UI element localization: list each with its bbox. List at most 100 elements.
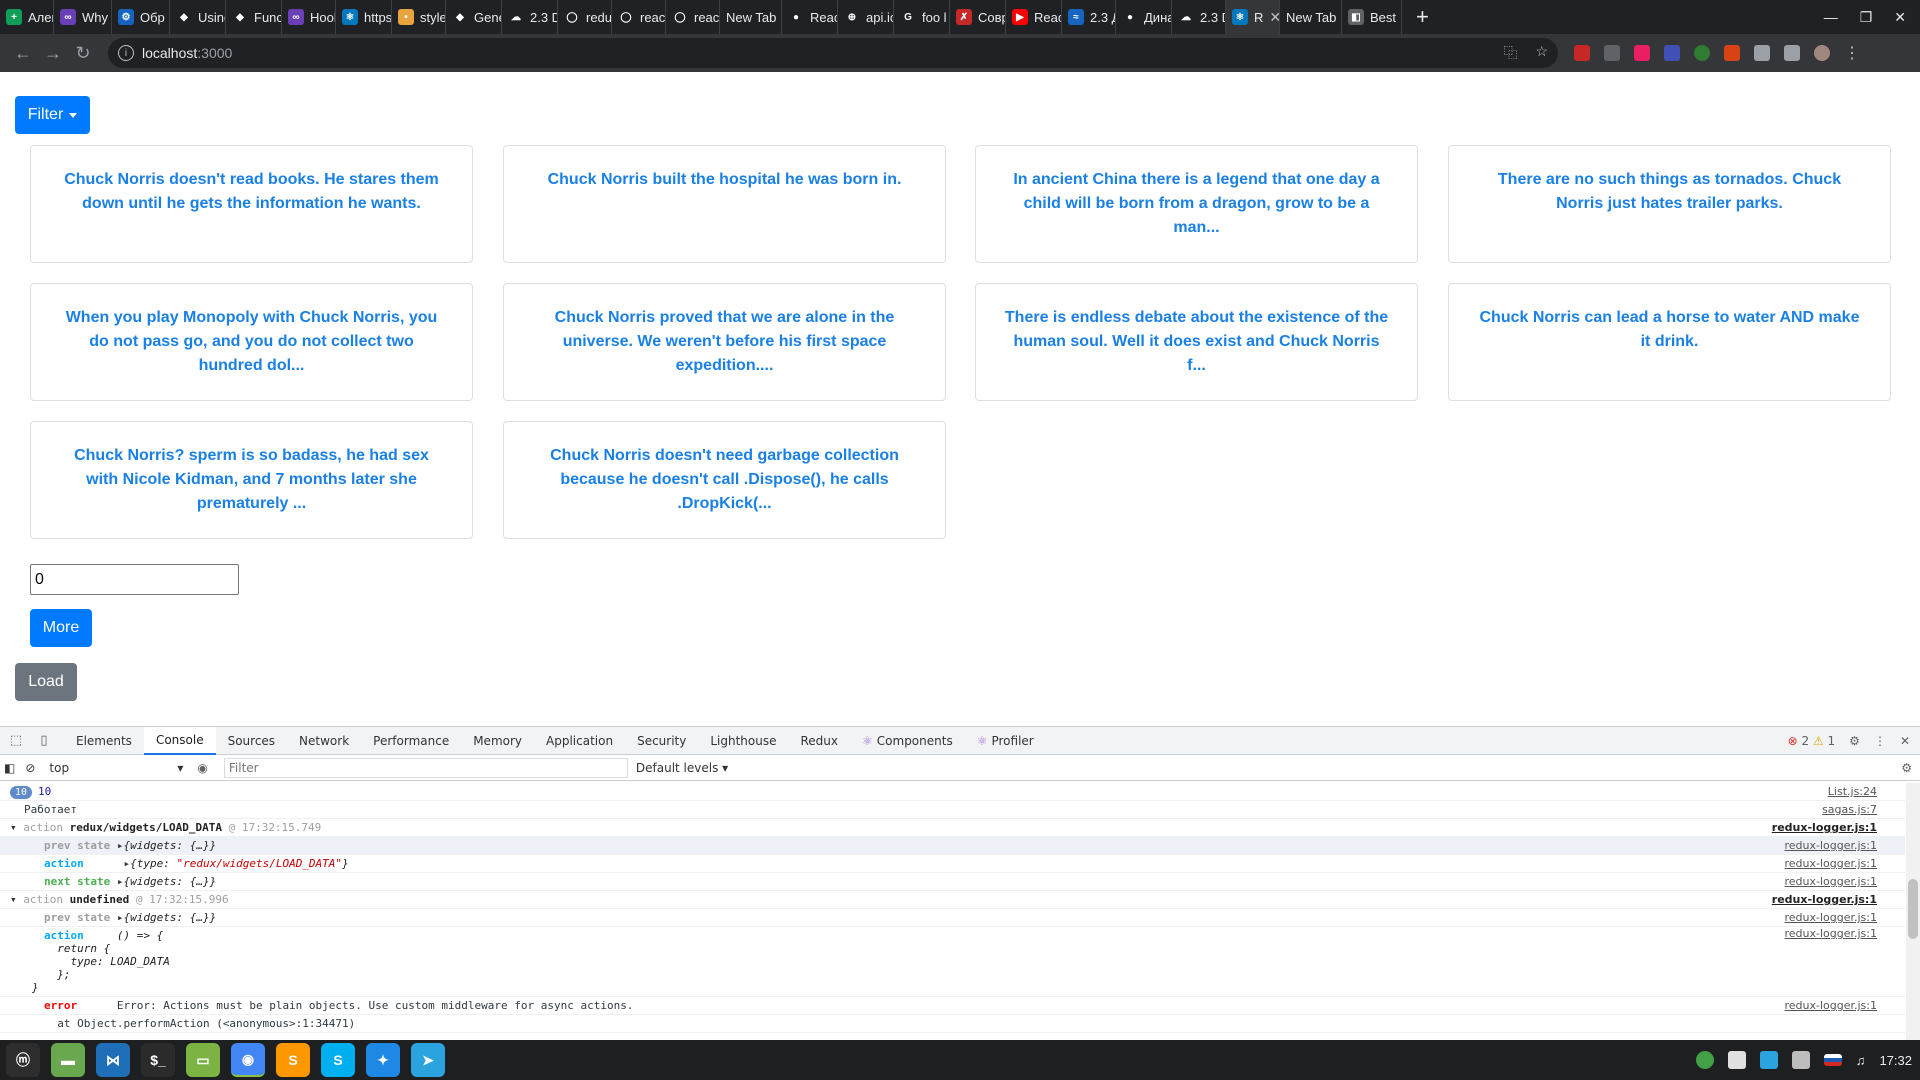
- sidebar-toggle-icon[interactable]: ◧: [4, 761, 15, 775]
- address-bar[interactable]: i localhost:3000 ⿻ ☆: [108, 38, 1558, 68]
- joke-link[interactable]: Chuck Norris doesn't need garbage collec…: [550, 447, 899, 512]
- translate-ext-icon[interactable]: [1664, 45, 1680, 61]
- browser-tab[interactable]: ∞ Why: [54, 0, 112, 34]
- browser-tab[interactable]: ◆ Func: [226, 0, 282, 34]
- browser-tab[interactable]: ≈2.3 Д: [1062, 0, 1116, 34]
- devtools-tab-security[interactable]: Security: [625, 727, 698, 755]
- skype-icon[interactable]: S: [321, 1043, 355, 1077]
- browser-tab[interactable]: ▶ Reac: [1006, 0, 1062, 34]
- new-tab-icon[interactable]: +: [1402, 4, 1443, 30]
- extension-icon[interactable]: [1604, 45, 1620, 61]
- browser-tab[interactable]: ◆ Gene: [446, 0, 502, 34]
- browser-tab[interactable]: ◯ react: [666, 0, 720, 34]
- network-icon[interactable]: ✦: [366, 1043, 400, 1077]
- chrome-icon[interactable]: ◉: [231, 1043, 265, 1077]
- prev-state-value[interactable]: {widgets: {…}}: [123, 839, 216, 852]
- green-circle-icon[interactable]: [1694, 45, 1710, 61]
- telegram-tray-icon[interactable]: [1759, 1051, 1778, 1069]
- tab-close-icon[interactable]: ✕: [1269, 9, 1279, 26]
- browser-tab[interactable]: • style: [392, 0, 446, 34]
- joke-link[interactable]: Chuck Norris built the hospital he was b…: [548, 171, 902, 188]
- console-settings-icon[interactable]: ⚙: [1901, 761, 1912, 775]
- prev-state-value[interactable]: {widgets: {…}}: [123, 911, 216, 924]
- browser-tab[interactable]: ◯ redu: [558, 0, 612, 34]
- close-devtools-icon[interactable]: ✕: [1900, 734, 1910, 748]
- console-issue-counts[interactable]: ⊗ 2 ⚠ 1: [1788, 734, 1836, 748]
- settings-gear-icon[interactable]: ⚙: [1849, 734, 1860, 748]
- browser-tab[interactable]: ⊕ api.ic: [838, 0, 894, 34]
- devtools-tab-console[interactable]: Console: [143, 726, 216, 755]
- ublock-icon[interactable]: [1574, 45, 1590, 61]
- log-levels-select[interactable]: Default levels ▾: [636, 761, 728, 775]
- source-link[interactable]: redux-logger.js:1: [1784, 927, 1877, 940]
- slack-icon[interactable]: [1727, 1051, 1746, 1069]
- vpn-shield-icon[interactable]: [1791, 1051, 1810, 1069]
- reading-list-icon[interactable]: [1784, 45, 1800, 61]
- console-scroll-thumb[interactable]: [1908, 879, 1918, 939]
- console-group-header[interactable]: ▾ action undefined @ 17:32:15.996 redux-l…: [0, 891, 1905, 909]
- close-window-icon[interactable]: ✕: [1894, 9, 1906, 26]
- clock[interactable]: 17:32: [1879, 1053, 1912, 1068]
- telegram-icon[interactable]: ➤: [411, 1043, 445, 1077]
- browser-tab[interactable]: ◆ Using: [170, 0, 226, 34]
- mint-menu-icon[interactable]: ⓜ: [6, 1043, 40, 1077]
- source-link[interactable]: redux-logger.js:1: [1784, 873, 1877, 890]
- live-expression-eye-icon[interactable]: ◉: [197, 761, 207, 775]
- console-scrollbar[interactable]: [1906, 783, 1920, 1041]
- source-link[interactable]: redux-logger.js:1: [1784, 909, 1877, 926]
- device-toolbar-icon[interactable]: ▯: [32, 731, 56, 751]
- browser-tab[interactable]: New Tab: [720, 0, 782, 34]
- browser-tab[interactable]: ● Дина: [1116, 0, 1172, 34]
- load-button[interactable]: Load: [15, 663, 77, 701]
- browser-tab[interactable]: ☁ 2.3 D: [502, 0, 558, 34]
- devtools-tab-redux[interactable]: Redux: [789, 727, 851, 755]
- console-group-header[interactable]: ▾ action redux/widgets/LOAD_DATA @ 17:32…: [0, 819, 1905, 837]
- inspect-element-icon[interactable]: ⬚: [4, 731, 28, 751]
- devtools-tab-elements[interactable]: Elements: [64, 727, 144, 755]
- devtools-tab-memory[interactable]: Memory: [461, 727, 534, 755]
- source-link[interactable]: redux-logger.js:1: [1772, 819, 1877, 836]
- forward-icon[interactable]: →: [38, 38, 68, 68]
- devtools-tab-network[interactable]: Network: [287, 727, 361, 755]
- folder-icon[interactable]: ▭: [186, 1043, 220, 1077]
- terminal-icon[interactable]: $_: [141, 1043, 175, 1077]
- joke-link[interactable]: Chuck Norris proved that we are alone in…: [555, 309, 895, 374]
- puzzle-icon[interactable]: [1754, 45, 1770, 61]
- maximize-icon[interactable]: ❐: [1860, 9, 1873, 26]
- context-select[interactable]: top ▾: [49, 758, 183, 778]
- source-link[interactable]: redux-logger.js:1: [1784, 997, 1877, 1014]
- browser-tab[interactable]: ⚛ R ✕: [1226, 0, 1280, 34]
- profile-avatar[interactable]: [1814, 45, 1830, 61]
- browser-tab[interactable]: ◧ Best: [1342, 0, 1402, 34]
- devtools-tab-lighthouse[interactable]: Lighthouse: [698, 727, 788, 755]
- browser-tab[interactable]: ⚛ https: [336, 0, 392, 34]
- count-input[interactable]: [30, 564, 239, 595]
- joke-link[interactable]: In ancient China there is a legend that …: [1013, 171, 1379, 236]
- joke-link[interactable]: Chuck Norris? sperm is so badass, he had…: [74, 447, 429, 512]
- source-link[interactable]: redux-logger.js:1: [1784, 837, 1877, 854]
- browser-tab[interactable]: ☁ 2.3 D: [1172, 0, 1226, 34]
- devtools-tab-performance[interactable]: Performance: [361, 727, 461, 755]
- devtools-tab-sources[interactable]: Sources: [216, 727, 287, 755]
- update-manager-icon[interactable]: [1695, 1051, 1714, 1069]
- browser-tab[interactable]: + Алек: [0, 0, 54, 34]
- browser-tab[interactable]: ● Reac: [782, 0, 838, 34]
- filter-dropdown-button[interactable]: Filter: [15, 96, 90, 134]
- clear-console-icon[interactable]: ⊘: [25, 761, 35, 775]
- next-state-value[interactable]: {widgets: {…}}: [123, 875, 216, 888]
- devtools-tab-application[interactable]: Application: [534, 727, 625, 755]
- back-icon[interactable]: ←: [8, 38, 38, 68]
- more-button[interactable]: More: [30, 609, 92, 647]
- source-link[interactable]: redux-logger.js:1: [1772, 891, 1877, 908]
- volume-icon[interactable]: ♫: [1856, 1053, 1866, 1068]
- vscode-icon[interactable]: ⋈: [96, 1043, 130, 1077]
- color-picker-icon[interactable]: [1634, 45, 1650, 61]
- minimize-icon[interactable]: —: [1824, 9, 1838, 25]
- joke-link[interactable]: Chuck Norris doesn't read books. He star…: [64, 171, 439, 212]
- devtools-menu-icon[interactable]: ⋮: [1874, 734, 1886, 748]
- menu-kebab-icon[interactable]: ⋮: [1844, 43, 1860, 63]
- devtools-tab-profiler[interactable]: ⚛ Profiler: [965, 727, 1046, 755]
- translate-icon[interactable]: ⿻: [1503, 43, 1517, 63]
- joke-link[interactable]: There are no such things as tornados. Ch…: [1498, 171, 1841, 212]
- joke-link[interactable]: There is endless debate about the existe…: [1005, 309, 1388, 374]
